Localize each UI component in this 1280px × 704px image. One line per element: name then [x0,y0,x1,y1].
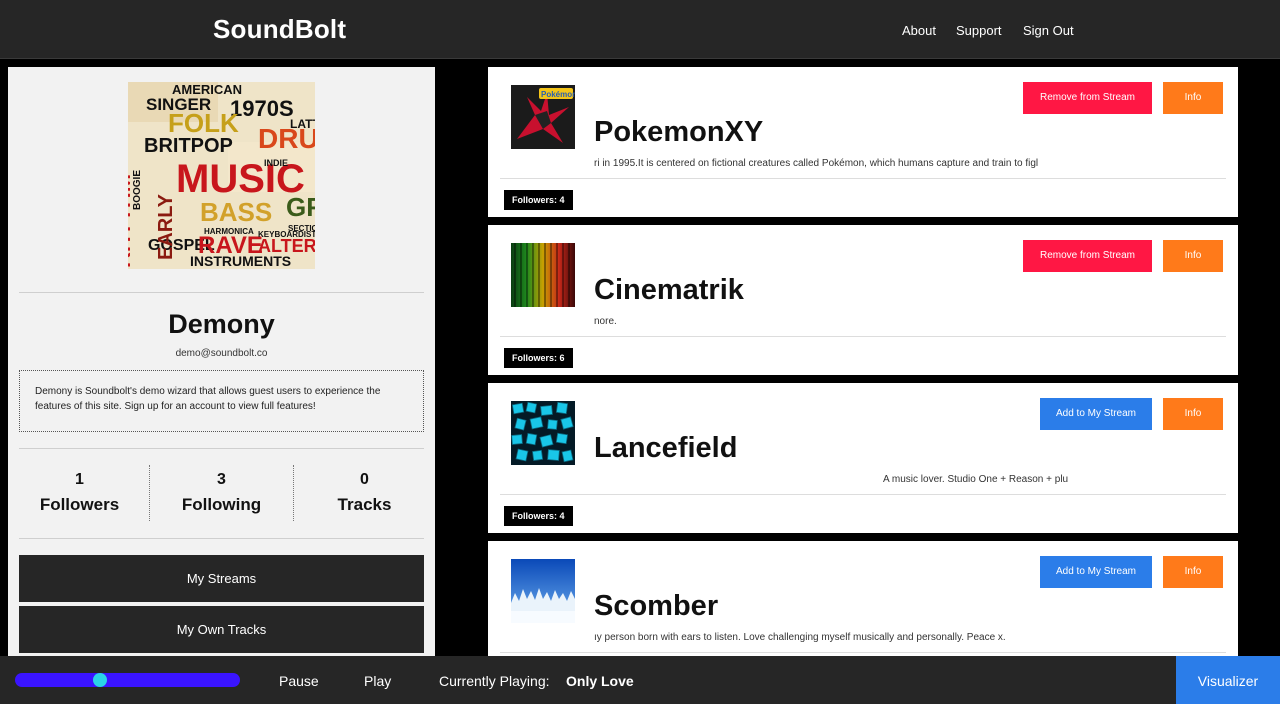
collage-word: BOOGIE [132,170,143,210]
divider [19,448,424,449]
music-player-bar: Pause Play Currently Playing: Only Love … [0,656,1280,704]
collage-word: BASS [200,197,272,227]
collage-word: BRITPOP [144,135,233,157]
collage-word: INDIE [264,158,288,168]
collage-word: EARLY [155,193,177,260]
stat-tracks-count: 0 [360,471,369,488]
stat-tracks[interactable]: 0 Tracks [293,471,435,515]
stream-description-container: ıy person born with ears to listen. Love… [594,632,1070,646]
info-button[interactable]: Info [1163,398,1223,430]
nav-about-link[interactable]: About [902,23,936,38]
colorful-lines-thumbnail [511,243,575,307]
stream-name[interactable]: Cinematrik [594,274,744,307]
stream-name[interactable]: Lancefield [594,432,737,465]
stat-followers[interactable]: 1 Followers [8,471,151,515]
nav-support-link[interactable]: Support [956,23,1002,38]
followers-badge: Followers: 6 [504,348,573,368]
collage-word: GRU [286,192,315,222]
playback-progress-slider[interactable] [15,673,240,687]
profile-name: Demony [168,309,275,339]
add-to-my-stream-button[interactable]: Add to My Stream [1040,556,1152,588]
followers-badge: Followers: 4 [504,506,573,526]
collage-word: LATT [290,117,315,131]
stream-card[interactable]: Cinematrik nore. Followers: 6 Remove fro… [488,225,1238,375]
stream-description-container: ri in 1995.It is centered on fictional c… [594,158,1070,172]
info-button[interactable]: Info [1163,556,1223,588]
stat-following[interactable]: 3 Following [150,471,293,515]
divider [500,178,1226,179]
snowy-forest-thumbnail [511,559,575,623]
stream-name[interactable]: PokemonXY [594,116,763,149]
followers-badge: Followers: 4 [504,190,573,210]
divider [19,538,424,539]
profile-sidebar: AMERICAN SINGER 1970S FOLK DRUM BRITPOP … [8,67,435,656]
nav-sign-out-link[interactable]: Sign Out [1023,23,1074,38]
divider [500,336,1226,337]
profile-bio: Demony is Soundbolt's demo wizard that a… [19,370,424,432]
profile-email: demo@soundbolt.co [175,348,268,359]
collage-word: INSTRUMENTS [190,253,291,269]
top-navbar: SoundBolt About Support Sign Out [0,0,1280,59]
stat-tracks-label: Tracks [337,495,392,514]
play-button[interactable]: Play [364,673,391,689]
collage-word: 1970S [230,96,294,121]
divider [19,292,424,293]
svg-text:Pokémon Y: Pokémon Y [541,90,575,99]
my-streams-button[interactable]: My Streams [19,555,424,602]
stream-card[interactable]: Scomber ıy person born with ears to list… [488,541,1238,656]
current-track-name: Only Love [566,673,634,689]
stream-name[interactable]: Scomber [594,590,718,623]
stat-following-count: 3 [217,471,226,488]
stream-description-container: A music lover. Studio One + Reason + plu [594,474,1070,488]
music-words-collage-image: AMERICAN SINGER 1970S FOLK DRUM BRITPOP … [128,82,315,269]
divider [500,652,1226,653]
visualizer-button[interactable]: Visualizer [1176,656,1280,704]
collage-word: SECTION [288,224,315,233]
brand-logo[interactable]: SoundBolt [213,14,346,45]
stream-description-container: nore. [594,316,1070,330]
pokemon-y-thumbnail: Pokémon Y [511,85,575,149]
info-button[interactable]: Info [1163,240,1223,272]
profile-avatar: AMERICAN SINGER 1970S FOLK DRUM BRITPOP … [128,82,315,269]
cyan-cubes-thumbnail [511,401,575,465]
slider-handle[interactable] [93,673,108,687]
stream-description: ri in 1995.It is centered on fictional c… [594,158,1039,169]
remove-from-stream-button[interactable]: Remove from Stream [1023,82,1152,114]
stat-following-label: Following [181,495,262,514]
stream-description: nore. [594,316,617,327]
add-to-my-stream-button[interactable]: Add to My Stream [1040,398,1152,430]
currently-playing-label: Currently Playing: [439,673,550,689]
stream-description: A music lover. Studio One + Reason + plu [883,474,1069,485]
collage-word: HARMONICA [204,227,254,236]
stream-description: ıy person born with ears to listen. Love… [594,632,1006,643]
divider [500,494,1226,495]
stream-card[interactable]: Lancefield A music lover. Studio One + R… [488,383,1238,533]
stream-card[interactable]: Pokémon Y PokemonXY ri in 1995.It is cen… [488,67,1238,217]
remove-from-stream-button[interactable]: Remove from Stream [1023,240,1152,272]
my-own-tracks-button[interactable]: My Own Tracks [19,606,424,653]
pause-button[interactable]: Pause [279,673,319,689]
stat-followers-count: 1 [75,471,84,488]
collage-word: FOLK [168,108,239,138]
info-button[interactable]: Info [1163,82,1223,114]
stat-followers-label: Followers [39,495,120,514]
